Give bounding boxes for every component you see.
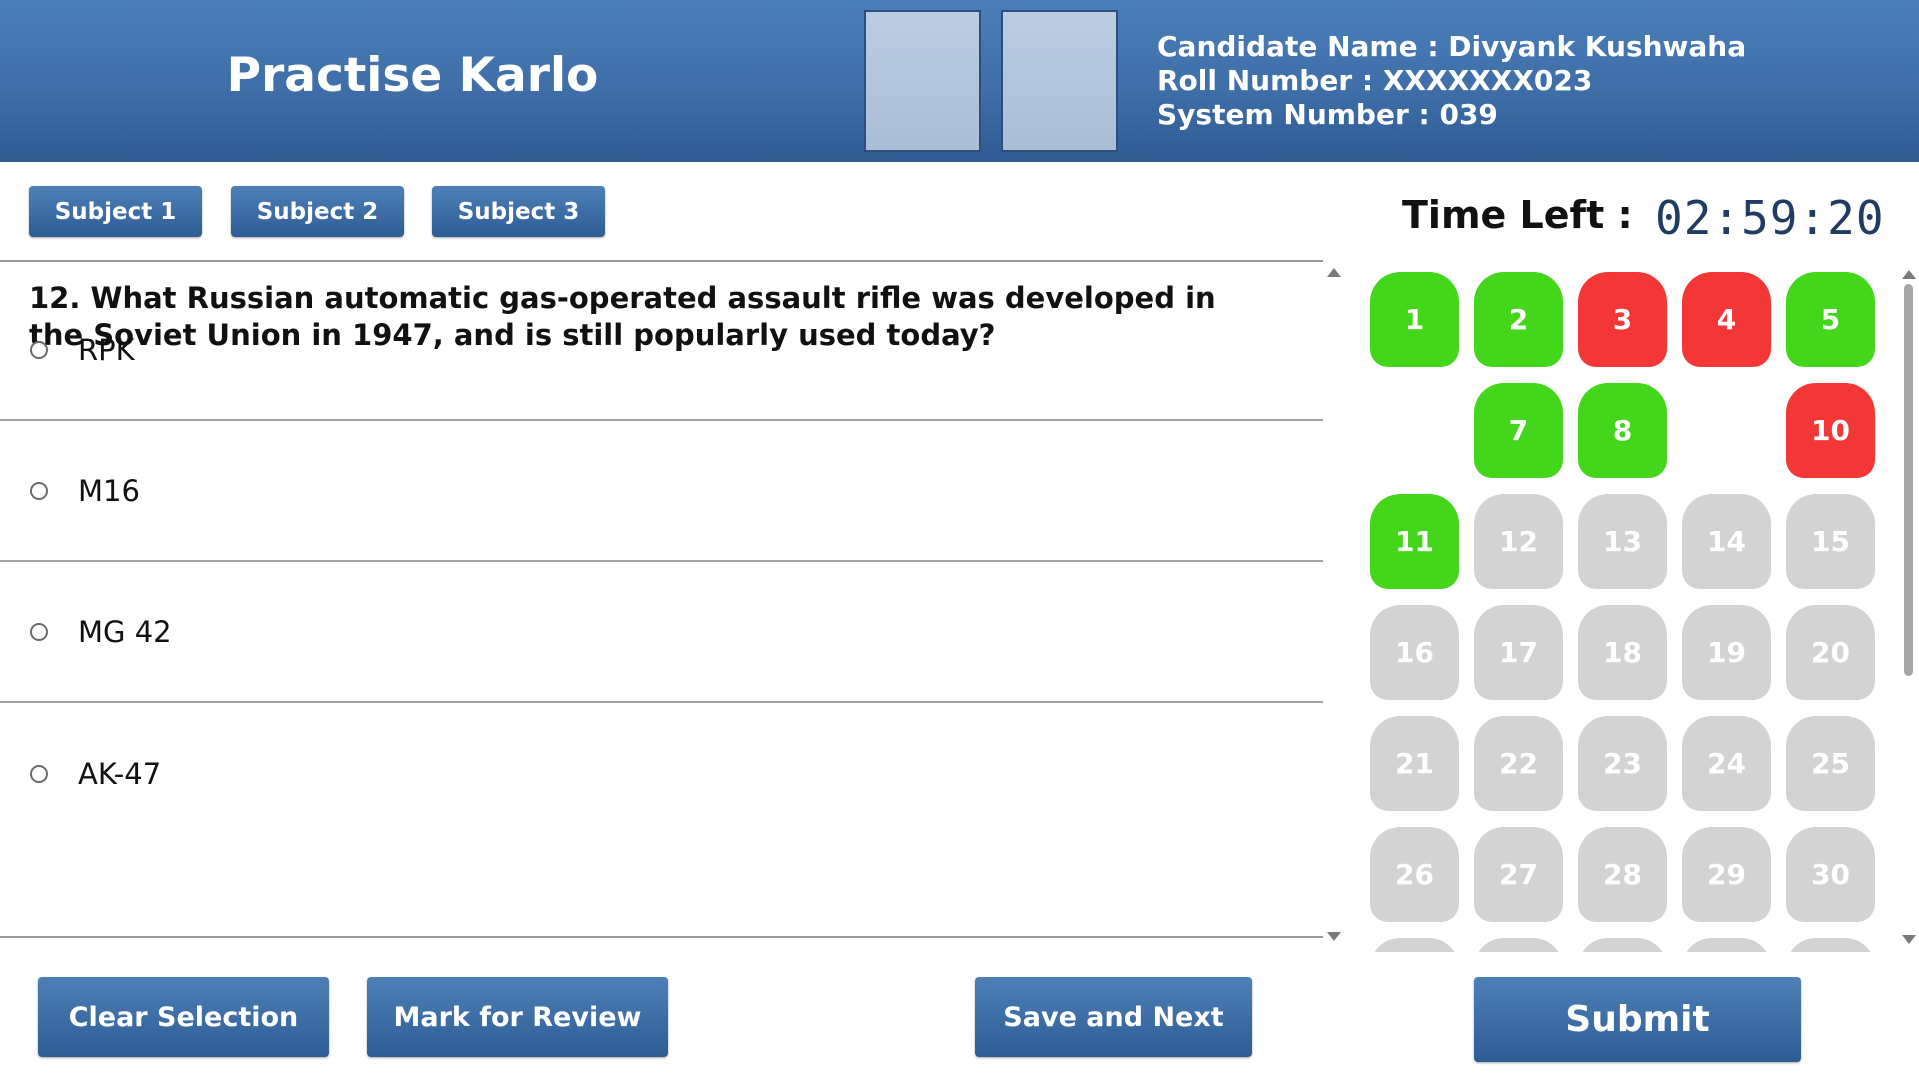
question-button-partial[interactable] xyxy=(1578,938,1667,952)
question-button-30[interactable]: 30 xyxy=(1786,827,1875,922)
option-label: M16 xyxy=(78,473,140,508)
question-scroll-down-icon[interactable] xyxy=(1327,932,1341,941)
question-button-25[interactable]: 25 xyxy=(1786,716,1875,811)
tab-subject-2[interactable]: Subject 2 xyxy=(231,186,404,237)
option-2[interactable]: M16 xyxy=(0,421,1323,562)
radio-button[interactable] xyxy=(30,764,48,783)
question-button-4[interactable]: 4 xyxy=(1682,272,1771,367)
submit-button[interactable]: Submit xyxy=(1474,977,1801,1062)
question-button-14[interactable]: 14 xyxy=(1682,494,1771,589)
app-title: Practise Karlo xyxy=(226,48,599,103)
question-button-17[interactable]: 17 xyxy=(1474,605,1563,700)
candidate-photo xyxy=(864,10,981,152)
question-button-22[interactable]: 22 xyxy=(1474,716,1563,811)
save-and-next-button[interactable]: Save and Next xyxy=(975,977,1252,1057)
question-button-partial[interactable] xyxy=(1682,938,1771,952)
question-button-2[interactable]: 2 xyxy=(1474,272,1563,367)
question-button-partial[interactable] xyxy=(1474,938,1563,952)
question-button-27[interactable]: 27 xyxy=(1474,827,1563,922)
option-label: AK-47 xyxy=(78,756,162,791)
question-button-23[interactable]: 23 xyxy=(1578,716,1667,811)
time-left-value: 02:59:20 xyxy=(1655,191,1885,245)
option-label: MG 42 xyxy=(78,614,172,649)
roll-number: Roll Number : XXXXXXX023 xyxy=(1157,64,1593,97)
question-button-29[interactable]: 29 xyxy=(1682,827,1771,922)
radio-button[interactable] xyxy=(30,340,48,359)
palette-scroll-down-icon[interactable] xyxy=(1902,935,1916,944)
question-button-16[interactable]: 16 xyxy=(1370,605,1459,700)
question-button-7[interactable]: 7 xyxy=(1474,383,1563,478)
question-button-15[interactable]: 15 xyxy=(1786,494,1875,589)
question-scroll-up-icon[interactable] xyxy=(1327,268,1341,277)
question-button-10[interactable]: 10 xyxy=(1786,383,1875,478)
question-button-8[interactable]: 8 xyxy=(1578,383,1667,478)
question-button-9[interactable]: 9 xyxy=(1682,383,1771,478)
header-bar: Practise Karlo Candidate Name : Divyank … xyxy=(0,0,1919,162)
question-button-3[interactable]: 3 xyxy=(1578,272,1667,367)
radio-button[interactable] xyxy=(30,481,48,500)
palette-scroll-up-icon[interactable] xyxy=(1902,270,1916,279)
option-3[interactable]: MG 42 xyxy=(0,562,1323,703)
candidate-signature xyxy=(1001,10,1118,152)
tab-subject-1[interactable]: Subject 1 xyxy=(29,186,202,237)
option-4[interactable]: AK-47 xyxy=(0,703,1323,844)
mark-for-review-button[interactable]: Mark for Review xyxy=(367,977,668,1057)
time-left-label: Time Left : xyxy=(1402,193,1633,237)
system-number: System Number : 039 xyxy=(1157,98,1498,131)
candidate-info: Candidate Name : Divyank Kushwaha Roll N… xyxy=(1157,30,1746,132)
question-button-26[interactable]: 26 xyxy=(1370,827,1459,922)
tab-subject-3[interactable]: Subject 3 xyxy=(432,186,605,237)
question-pane: 12. What Russian automatic gas-operated … xyxy=(0,260,1323,938)
question-button-6[interactable]: 6 xyxy=(1370,383,1459,478)
question-button-21[interactable]: 21 xyxy=(1370,716,1459,811)
question-button-19[interactable]: 19 xyxy=(1682,605,1771,700)
question-button-18[interactable]: 18 xyxy=(1578,605,1667,700)
candidate-name: Candidate Name : Divyank Kushwaha xyxy=(1157,30,1747,63)
clear-selection-button[interactable]: Clear Selection xyxy=(38,977,329,1057)
question-button-5[interactable]: 5 xyxy=(1786,272,1875,367)
question-button-partial[interactable] xyxy=(1370,938,1459,952)
question-palette: 1 2 3 4 5 6 7 8 9 10 11 12 13 14 15 16 17 18 19 20 21 22 23 24 2… xyxy=(1370,272,1902,952)
radio-button[interactable] xyxy=(30,622,48,641)
question-button-11[interactable]: 11 xyxy=(1370,494,1459,589)
question-button-20[interactable]: 20 xyxy=(1786,605,1875,700)
question-button-12[interactable]: 12 xyxy=(1474,494,1563,589)
question-button-1[interactable]: 1 xyxy=(1370,272,1459,367)
option-1[interactable]: RPK xyxy=(0,280,1323,421)
question-button-24[interactable]: 24 xyxy=(1682,716,1771,811)
question-button-partial[interactable] xyxy=(1786,938,1875,952)
question-button-13[interactable]: 13 xyxy=(1578,494,1667,589)
palette-scrollbar[interactable] xyxy=(1904,284,1913,676)
question-button-28[interactable]: 28 xyxy=(1578,827,1667,922)
option-label: RPK xyxy=(78,332,135,367)
